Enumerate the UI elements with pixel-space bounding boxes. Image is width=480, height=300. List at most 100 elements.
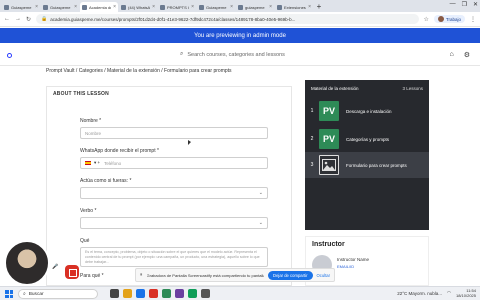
spain-flag-icon[interactable]	[85, 161, 91, 165]
share-icon: ⏸	[140, 272, 143, 278]
home-icon[interactable]: ⌂	[449, 51, 453, 59]
screen-share-bar: ⏸ Grabadora de Pantalla Screencastify es…	[135, 268, 335, 282]
phone-prefix: ▾ +	[94, 160, 101, 165]
avatar	[437, 16, 444, 22]
actua-label: Actúa como si fueras: *	[80, 178, 132, 184]
tab-title: Academia de	[89, 4, 112, 10]
chrome-icon[interactable]	[149, 289, 158, 298]
tab-title: guiaspeme	[245, 4, 265, 10]
new-tab-button[interactable]: +	[314, 2, 324, 12]
back-icon[interactable]: ←	[4, 16, 10, 22]
close-tab-icon[interactable]: ×	[191, 4, 194, 10]
star-icon[interactable]: ☆	[424, 16, 429, 23]
breadcrumb[interactable]: Prompt Vault / Categories / Material de …	[46, 68, 232, 74]
search-icon: ⌕	[23, 292, 26, 297]
lesson-number: 1	[310, 108, 314, 114]
webcam-bubble[interactable]	[4, 240, 50, 286]
close-tab-icon[interactable]: ×	[152, 4, 155, 10]
sidebar-item-categorias[interactable]: 2 PV Categorías y prompts	[305, 126, 429, 152]
tab-favicon-icon	[160, 4, 165, 10]
chevron-down-icon: ⌄	[258, 220, 263, 226]
tab-title: Extensiones	[284, 4, 306, 10]
lesson-label: Descarga e instalación	[346, 108, 392, 114]
profile-button[interactable]: Trabajo	[433, 15, 465, 23]
que-textarea[interactable]: Es el tema, concepto, problema, objeto o…	[80, 247, 268, 267]
url-field[interactable]: 🔒 academia.guiaspeme.me/courses/prompts/…	[36, 14, 419, 24]
sidebar-item-descarga[interactable]: 1 PV Descarga e instalación	[305, 98, 429, 124]
browser-tab[interactable]: Academia de ×	[80, 2, 118, 12]
task-view-icon[interactable]	[110, 289, 119, 298]
window-controls: — ❐ ✕	[450, 1, 478, 8]
search-placeholder: Search courses, categories and lessons	[187, 51, 285, 58]
verbo-label: Verbo *	[80, 208, 97, 214]
app-icon[interactable]	[175, 289, 184, 298]
close-window-button[interactable]: ✕	[473, 1, 478, 8]
app-icon[interactable]	[201, 289, 210, 298]
verbo-select[interactable]: ⌄	[80, 217, 268, 229]
tab-favicon-icon	[4, 4, 9, 10]
sidebar-item-formulario[interactable]: 3 Formulario para crear prompts	[305, 152, 429, 178]
menu-icon[interactable]: ⋮	[470, 16, 476, 23]
lesson-number: 3	[310, 162, 314, 168]
close-tab-icon[interactable]: ×	[230, 4, 233, 10]
whatsapp-placeholder: Teléfono	[104, 160, 122, 166]
lesson-thumbnail: PV	[319, 129, 339, 149]
settings-icon[interactable]: ⚙	[464, 51, 470, 59]
tab-favicon-icon	[121, 4, 126, 10]
lock-icon: 🔒	[41, 16, 48, 22]
section-title: ABOUT THIS LESSON	[53, 91, 109, 97]
que-label: Qué	[80, 238, 90, 244]
browser-tab[interactable]: PROMPTS CHATG×	[158, 2, 196, 12]
taskbar-search-label: Buscar	[28, 291, 44, 297]
reload-icon[interactable]: ↻	[26, 16, 31, 23]
image-placeholder-icon	[319, 155, 339, 175]
course-search[interactable]: ⌕ Search courses, categories and lessons	[180, 51, 285, 58]
stop-sharing-button[interactable]: Dejar de compartir	[268, 270, 313, 280]
maximize-button[interactable]: ❐	[462, 1, 467, 8]
clock[interactable]: 11:54 18/10/2025	[456, 288, 476, 298]
tab-title: Guiaspeme	[50, 4, 71, 10]
browser-tab[interactable]: Extensiones ×	[275, 2, 313, 12]
browser-tab[interactable]: Guiaspeme ×	[41, 2, 79, 12]
sidebar-header: Material de la extensión 3 Lessons	[305, 80, 429, 96]
windows-start-icon[interactable]	[5, 290, 13, 298]
app-icon[interactable]	[188, 289, 197, 298]
url-text: academia.guiaspeme.me/courses/prompts/2f…	[50, 16, 296, 22]
close-tab-icon[interactable]: ×	[269, 4, 272, 10]
microphone-icon[interactable]: 🎤	[51, 263, 60, 272]
close-tab-icon[interactable]: ×	[74, 4, 77, 10]
share-message: Grabadora de Pantalla Screencastify está…	[146, 272, 265, 278]
tab-favicon-icon	[43, 4, 48, 10]
close-tab-icon[interactable]: ×	[35, 4, 38, 10]
nombre-input[interactable]: Nombre	[80, 127, 268, 139]
site-logo[interactable]	[7, 53, 12, 58]
forward-icon[interactable]: →	[15, 16, 21, 22]
file-explorer-icon[interactable]	[123, 289, 132, 298]
close-tab-icon[interactable]: ×	[308, 4, 311, 10]
edge-icon[interactable]	[136, 289, 145, 298]
nombre-placeholder: Nombre	[85, 130, 102, 136]
record-stop-button[interactable]	[65, 265, 79, 279]
wifi-icon[interactable]: ◠	[447, 290, 451, 296]
instructor-email[interactable]: EMAIL/ID	[337, 264, 354, 269]
tab-favicon-icon	[238, 4, 243, 10]
close-tab-icon[interactable]: ×	[113, 4, 116, 10]
browser-tab[interactable]: Guiaspeme ×	[2, 2, 40, 12]
hide-button[interactable]: Ocultar	[317, 273, 331, 278]
lesson-label: Formulario para crear prompts	[346, 162, 407, 168]
weather-widget[interactable]: 22°C Mayorm. nubla...	[397, 291, 442, 296]
minimize-button[interactable]: —	[450, 1, 456, 8]
taskbar-apps	[110, 289, 210, 298]
browser-tab[interactable]: Guiaspeme ×	[197, 2, 235, 12]
browser-tab[interactable]: (44) WhatsApp B×	[119, 2, 157, 12]
sidebar-title: Material de la extensión	[311, 85, 359, 91]
clock-date: 18/10/2025	[455, 293, 476, 298]
taskbar-search[interactable]: ⌕ Buscar	[18, 289, 98, 299]
windows-taskbar: ⌕ Buscar 22°C Mayorm. nubla... ◠ 11:54 1…	[0, 286, 480, 300]
whatsapp-input[interactable]: ▾ + Teléfono	[80, 157, 268, 169]
whatsapp-label: WhatsApp donde recibir el prompt *	[80, 148, 159, 154]
browser-tab[interactable]: guiaspeme ×	[236, 2, 274, 12]
app-icon[interactable]	[162, 289, 171, 298]
actua-select[interactable]: ⌄	[80, 187, 268, 199]
system-tray: 22°C Mayorm. nubla... ◠ 11:54 18/10/2025	[397, 288, 476, 298]
